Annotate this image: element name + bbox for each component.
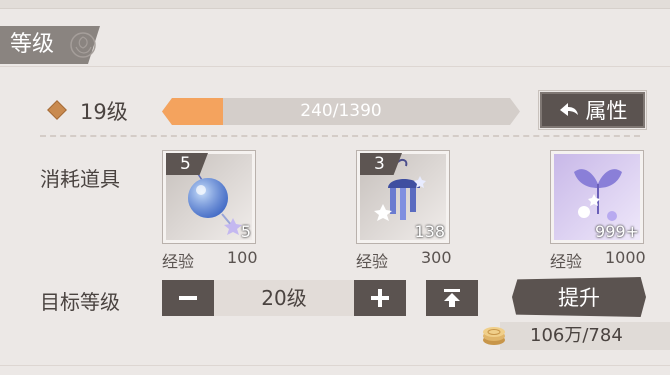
- cost-text: 106万/784: [530, 325, 623, 346]
- item-exp-value: 100: [227, 248, 258, 267]
- section-title: 等级: [10, 32, 55, 57]
- max-level-button[interactable]: [426, 280, 478, 316]
- upgrade-button[interactable]: 提升: [512, 277, 646, 317]
- dashed-divider: [40, 135, 640, 137]
- consumable-item-1[interactable]: 5 5: [162, 150, 256, 244]
- decrease-level-button[interactable]: [162, 280, 214, 316]
- attributes-button-label: 属性: [585, 99, 628, 123]
- item-exp-value: 300: [421, 248, 452, 267]
- attributes-button[interactable]: 属性: [538, 90, 647, 130]
- item-quantity: 5: [240, 222, 251, 241]
- item-exp-label: 经验: [550, 252, 583, 271]
- plus-icon: [371, 289, 389, 307]
- item-exp-label: 经验: [162, 252, 195, 271]
- item-exp-value: 1000: [605, 248, 646, 267]
- exp-progress-text: 240/1390: [300, 101, 382, 121]
- item-quantity: 138: [414, 222, 445, 241]
- consumable-item-2[interactable]: 3 138: [356, 150, 450, 244]
- increase-level-button[interactable]: [354, 280, 406, 316]
- panel-top-border: [0, 0, 670, 9]
- divider: [0, 66, 670, 67]
- target-level-value: 20级: [214, 280, 354, 316]
- minus-icon: [179, 296, 197, 300]
- rose-icon: [70, 32, 96, 58]
- back-arrow-icon: [559, 103, 578, 116]
- item-quantity: 999+: [595, 222, 639, 241]
- exp-progress-bar: 240/1390: [162, 98, 520, 125]
- coin-icon: [483, 327, 505, 345]
- upgrade-button-label: 提升: [558, 286, 600, 310]
- current-level: 19级: [80, 100, 128, 124]
- max-level-icon: [444, 289, 460, 307]
- divider: [0, 365, 670, 366]
- item-exp-label: 经验: [356, 252, 389, 271]
- consumables-label: 消耗道具: [40, 167, 120, 191]
- consumable-item-3[interactable]: 999+: [550, 150, 644, 244]
- target-level-label: 目标等级: [40, 290, 120, 314]
- level-diamond-icon: [47, 100, 67, 120]
